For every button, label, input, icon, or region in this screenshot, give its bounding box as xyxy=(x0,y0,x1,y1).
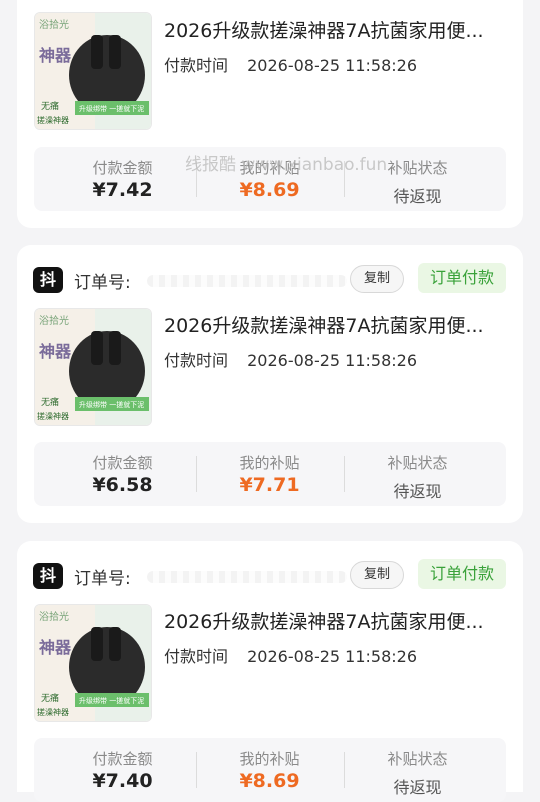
thumb-tag1: 无痛 xyxy=(41,692,59,704)
watermark-text: 线报酷 www.xianbao.fun xyxy=(185,155,388,175)
product-thumbnail[interactable]: 浴拾光 神器 无痛 搓澡神器 升级绑带 一搓就下泥 xyxy=(34,604,152,722)
product-title[interactable]: 2026升级款搓澡神器7A抗菌家用便... xyxy=(164,311,504,338)
order-card-1: 浴拾光 神器 无痛 搓澡神器 升级绑带 一搓就下泥 2026升级款搓澡神器7A抗… xyxy=(17,0,523,228)
stat-amount-label: 付款金额 xyxy=(92,159,153,177)
order-status-badge: 订单付款 xyxy=(418,263,506,293)
stat-amount: 付款金额 ¥6.58 xyxy=(49,442,196,506)
thumb-brand: 浴拾光 xyxy=(39,610,69,623)
stat-subsidy-label: 我的补贴 xyxy=(239,750,300,768)
product-title[interactable]: 2026升级款搓澡神器7A抗菌家用便... xyxy=(164,607,504,634)
stat-state: 补贴状态 待返现 xyxy=(344,442,491,506)
stat-state: 补贴状态 待返现 xyxy=(344,738,491,802)
stat-amount: 付款金额 ¥7.40 xyxy=(49,738,196,802)
product-image: 浴拾光 神器 无痛 搓澡神器 升级绑带 一搓就下泥 xyxy=(35,13,151,129)
product-image: 浴拾光 神器 无痛 搓澡神器 升级绑带 一搓就下泥 xyxy=(35,605,151,721)
thumb-tag2: 搓澡神器 xyxy=(37,115,69,125)
order-number-label: 订单号: xyxy=(74,273,131,293)
stat-subsidy-label: 我的补贴 xyxy=(239,454,300,472)
pay-time-row: 付款时间 2026-08-25 11:58:26 xyxy=(164,52,417,76)
stat-subsidy: 我的补贴 ¥7.71 xyxy=(196,442,343,506)
order-number-label: 订单号: xyxy=(74,569,131,589)
stat-subsidy: 我的补贴 ¥8.69 xyxy=(196,738,343,802)
pay-time-value: 2026-08-25 11:58:26 xyxy=(247,351,418,370)
order-stats: 付款金额 ¥6.58 我的补贴 ¥7.71 补贴状态 待返现 xyxy=(34,442,506,506)
product-thumbnail[interactable]: 浴拾光 神器 无痛 搓澡神器 升级绑带 一搓就下泥 xyxy=(34,308,152,426)
thumb-tag3: 升级绑带 一搓就下泥 xyxy=(79,400,144,409)
thumb-tag3: 升级绑带 一搓就下泥 xyxy=(79,104,144,113)
pay-time-label: 付款时间 xyxy=(164,351,229,370)
pay-time-value: 2026-08-25 11:58:26 xyxy=(247,647,418,666)
order-number-masked xyxy=(147,275,347,287)
thumb-tag2: 搓澡神器 xyxy=(37,411,69,421)
thumb-product-word: 神器 xyxy=(39,342,72,361)
thumb-tag3: 升级绑带 一搓就下泥 xyxy=(79,696,144,705)
douyin-platform-icon: 抖 xyxy=(33,563,63,589)
stat-amount-value: ¥7.40 xyxy=(92,770,153,792)
stat-amount-value: ¥6.58 xyxy=(92,474,153,496)
order-number-masked xyxy=(147,571,347,583)
order-stats: 付款金额 ¥7.40 我的补贴 ¥8.69 补贴状态 待返现 xyxy=(34,738,506,802)
thumb-brand: 浴拾光 xyxy=(39,18,69,31)
thumb-brand: 浴拾光 xyxy=(39,314,69,327)
pay-time-value: 2026-08-25 11:58:26 xyxy=(247,56,418,75)
thumb-product-word: 神器 xyxy=(39,638,72,657)
pay-time-row: 付款时间 2026-08-25 11:58:26 xyxy=(164,347,417,371)
copy-order-button[interactable]: 复制 xyxy=(350,561,404,589)
order-card-3: 抖 订单号: 复制 订单付款 浴拾光 神器 无痛 搓澡神器 升级绑带 一搓就下泥… xyxy=(17,541,523,802)
order-status-badge: 订单付款 xyxy=(418,559,506,589)
thumb-product-word: 神器 xyxy=(39,46,72,65)
stat-amount-label: 付款金额 xyxy=(92,750,153,768)
product-thumbnail[interactable]: 浴拾光 神器 无痛 搓澡神器 升级绑带 一搓就下泥 xyxy=(34,12,152,130)
pay-time-row: 付款时间 2026-08-25 11:58:26 xyxy=(164,643,417,667)
stat-subsidy-value: ¥7.71 xyxy=(239,474,300,496)
stat-state-value: 待返现 xyxy=(393,187,442,206)
product-image: 浴拾光 神器 无痛 搓澡神器 升级绑带 一搓就下泥 xyxy=(35,309,151,425)
stat-state-value: 待返现 xyxy=(393,482,442,501)
stat-state-label: 补贴状态 xyxy=(387,454,448,472)
order-card-2: 抖 订单号: 复制 订单付款 浴拾光 神器 无痛 搓澡神器 升级绑带 一搓就下泥… xyxy=(17,245,523,523)
pay-time-label: 付款时间 xyxy=(164,56,229,75)
stat-state-label: 补贴状态 xyxy=(387,750,448,768)
thumb-tag2: 搓澡神器 xyxy=(37,707,69,717)
pay-time-label: 付款时间 xyxy=(164,647,229,666)
stat-state-value: 待返现 xyxy=(393,778,442,797)
product-title[interactable]: 2026升级款搓澡神器7A抗菌家用便... xyxy=(164,16,504,43)
stat-amount-label: 付款金额 xyxy=(92,454,153,472)
stat-amount: 付款金额 ¥7.42 xyxy=(49,147,196,211)
thumb-tag1: 无痛 xyxy=(41,100,59,112)
stat-subsidy-value: ¥8.69 xyxy=(239,179,300,201)
thumb-tag1: 无痛 xyxy=(41,396,59,408)
copy-order-button[interactable]: 复制 xyxy=(350,265,404,293)
stat-subsidy-value: ¥8.69 xyxy=(239,770,300,792)
douyin-platform-icon: 抖 xyxy=(33,267,63,293)
stat-amount-value: ¥7.42 xyxy=(92,179,153,201)
